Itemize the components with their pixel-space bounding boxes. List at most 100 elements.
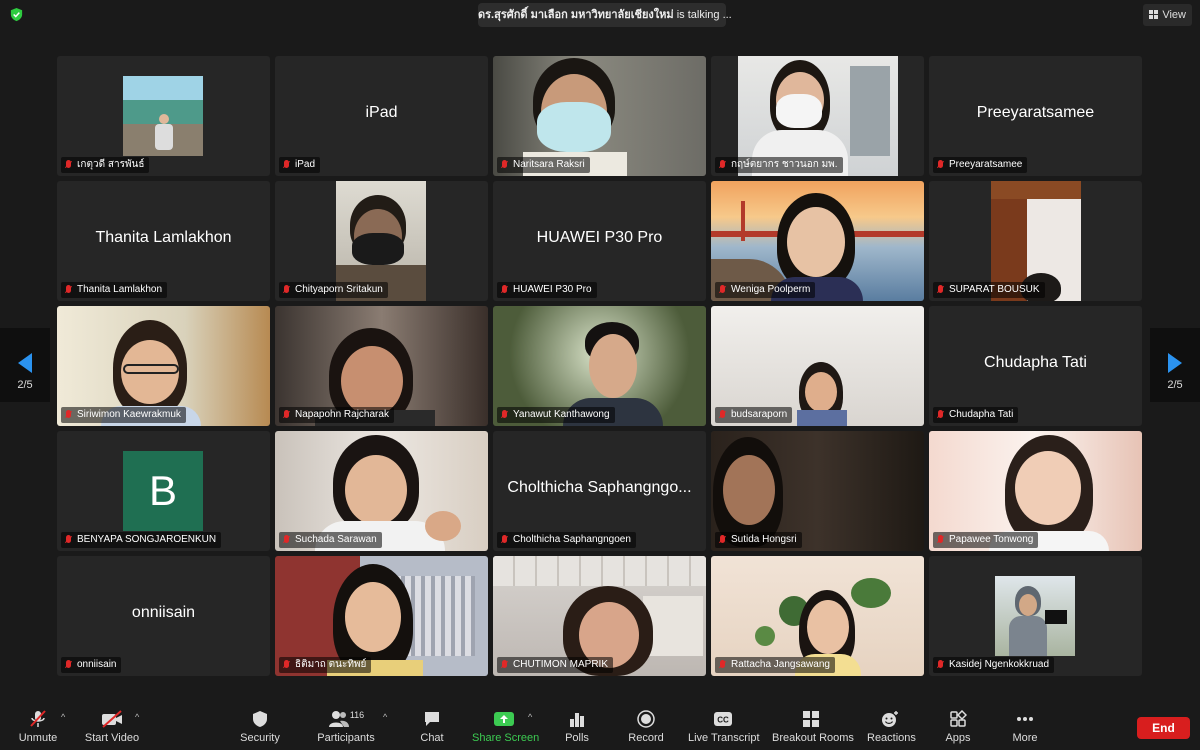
participant-display-name: Thanita Lamlakhon (95, 229, 232, 246)
more-button[interactable]: More (1011, 710, 1039, 744)
participant-display-name: HUAWEI P30 Pro (536, 229, 663, 246)
muted-microphone-icon (30, 710, 46, 727)
participant-tile[interactable]: Napapohn Rajcharak (275, 306, 488, 426)
participant-name: BENYAPA SONGJAROENKUN (77, 534, 217, 545)
muted-mic-icon (284, 285, 289, 293)
record-button[interactable]: Record (627, 710, 665, 744)
participant-name: Sutida Hongsri (731, 534, 797, 545)
participant-tile[interactable]: Sutida Hongsri (711, 431, 924, 551)
reactions-emoji-icon (882, 711, 898, 727)
participant-tile[interactable]: Chudapha Tati Chudapha Tati (929, 306, 1142, 426)
participant-tile[interactable]: Siriwimon Kaewrakmuk (57, 306, 270, 426)
svg-text:CC: CC (717, 716, 729, 725)
participant-name: Rattacha Jangsawang (731, 659, 830, 670)
security-label: Security (240, 732, 280, 744)
participant-name: Kasidej Ngenkokkruad (949, 659, 1050, 670)
participant-name-tag: Thanita Lamlakhon (61, 282, 168, 298)
unmute-button[interactable]: Unmute (18, 710, 58, 744)
video-off-icon (102, 710, 122, 728)
record-icon (637, 710, 655, 728)
participant-name: เกตุวดี สารพันธ์ (77, 159, 145, 170)
muted-mic-icon (720, 285, 725, 293)
participant-tile[interactable]: เกตุวดี สารพันธ์ (57, 56, 270, 176)
muted-mic-icon (284, 535, 289, 543)
participant-name: Cholthicha Saphangngoen (513, 534, 631, 545)
chat-button[interactable]: Chat (418, 710, 446, 744)
participant-avatar: B (123, 451, 203, 531)
polls-button[interactable]: Polls (563, 710, 591, 744)
more-label: More (1012, 732, 1038, 744)
apps-icon (950, 710, 967, 727)
chat-bubble-icon (425, 712, 439, 726)
participant-tile[interactable]: budsaraporn (711, 306, 924, 426)
participant-name: iPad (295, 159, 316, 170)
muted-mic-icon (66, 535, 71, 543)
participant-tile[interactable]: Weniga Poolperm (711, 181, 924, 301)
participant-tile[interactable]: SUPARAT BOUSUK (929, 181, 1142, 301)
live-transcript-button[interactable]: CC Live Transcript (688, 710, 760, 744)
participants-icon-group: 116 (321, 710, 371, 728)
participant-tile[interactable]: onniisain onniisain (57, 556, 270, 676)
breakout-rooms-grid-icon (803, 711, 819, 727)
participant-name: budsaraporn (731, 409, 788, 420)
participant-name: Preeyaratsamee (949, 159, 1023, 170)
participant-tile[interactable]: ธิติมาถ ตนะทิพย์ (275, 556, 488, 676)
muted-mic-icon (284, 160, 289, 168)
page-indicator-left: 2/5 (17, 379, 33, 391)
participant-tile[interactable]: Kasidej Ngenkokkruad (929, 556, 1142, 676)
participant-tile[interactable]: Yanawut Kanthawong (493, 306, 706, 426)
share-screen-button[interactable]: Share Screen (472, 710, 539, 744)
participant-tile[interactable]: HUAWEI P30 Pro HUAWEI P30 Pro (493, 181, 706, 301)
participant-name: ธิติมาถ ตนะทิพย์ (295, 659, 367, 670)
muted-mic-icon (720, 660, 725, 668)
breakout-rooms-button[interactable]: Breakout Rooms (772, 710, 854, 744)
muted-mic-icon (938, 660, 943, 668)
participant-tile[interactable]: B BENYAPA SONGJAROENKUN (57, 431, 270, 551)
next-page-button[interactable]: 2/5 (1150, 328, 1200, 402)
start-video-button[interactable]: Start Video (84, 710, 140, 744)
participant-tile[interactable]: Preeyaratsamee Preeyaratsamee (929, 56, 1142, 176)
reactions-label: Reactions (867, 732, 916, 744)
apps-button[interactable]: Apps (944, 710, 972, 744)
participants-caret-icon[interactable]: ^ (383, 712, 387, 722)
previous-page-button[interactable]: 2/5 (0, 328, 50, 402)
share-options-caret-icon[interactable]: ^ (528, 712, 532, 722)
end-meeting-button[interactable]: End (1137, 717, 1190, 739)
participant-name-tag: budsaraporn (715, 407, 793, 423)
audio-options-caret-icon[interactable]: ^ (61, 712, 65, 722)
muted-mic-icon (720, 535, 725, 543)
video-options-caret-icon[interactable]: ^ (135, 712, 139, 722)
participant-tile[interactable]: กฤษ์ตยากร ชาวนอก มพ. (711, 56, 924, 176)
view-button[interactable]: View (1143, 4, 1192, 26)
participant-tile[interactable]: iPad iPad (275, 56, 488, 176)
breakout-rooms-label: Breakout Rooms (772, 732, 854, 744)
participants-button[interactable]: 116 Participants (316, 710, 376, 744)
encryption-shield-icon[interactable] (9, 7, 24, 22)
participant-tile[interactable]: Naritsara Raksri (493, 56, 706, 176)
participant-tile[interactable]: Suchada Sarawan (275, 431, 488, 551)
participant-name-tag: Preeyaratsamee (933, 157, 1028, 173)
muted-mic-icon (720, 160, 725, 168)
polls-label: Polls (565, 732, 589, 744)
security-button[interactable]: Security (238, 710, 282, 744)
participant-tile[interactable]: Cholthicha Saphangngo... Cholthicha Saph… (493, 431, 706, 551)
unmute-label: Unmute (18, 732, 58, 744)
participant-tile[interactable]: CHUTIMON MAPRIK (493, 556, 706, 676)
muted-mic-icon (284, 660, 289, 668)
arrow-right-icon (1168, 353, 1182, 373)
participant-tile[interactable]: Thanita Lamlakhon Thanita Lamlakhon (57, 181, 270, 301)
participant-name: Naritsara Raksri (513, 159, 585, 170)
muted-mic-icon (502, 535, 507, 543)
reactions-button[interactable]: Reactions (867, 710, 916, 744)
participant-tile[interactable]: Rattacha Jangsawang (711, 556, 924, 676)
participant-name-tag: onniisain (61, 657, 122, 673)
participant-display-name: Preeyaratsamee (976, 104, 1095, 121)
participant-name-tag: Weniga Poolperm (715, 282, 816, 298)
talking-suffix: is talking ... (673, 9, 732, 21)
apps-label: Apps (945, 732, 971, 744)
muted-mic-icon (720, 410, 725, 418)
participant-name-tag: Kasidej Ngenkokkruad (933, 657, 1055, 673)
participant-tile[interactable]: Chityaporn Sritakun (275, 181, 488, 301)
participant-tile[interactable]: Papawee Tonwong (929, 431, 1142, 551)
participant-name-tag: Rattacha Jangsawang (715, 657, 835, 673)
